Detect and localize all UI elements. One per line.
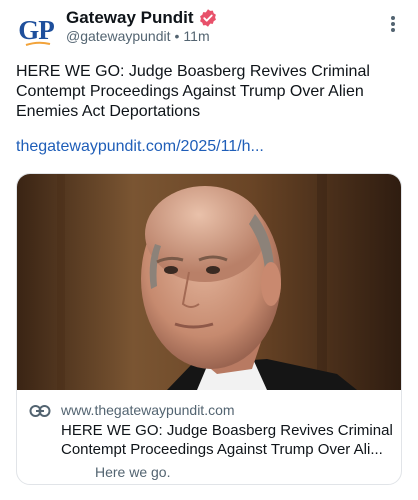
author-handle[interactable]: @gatewaypundit [66, 28, 171, 44]
post-link[interactable]: thegatewaypundit.com/2025/11/h... [16, 138, 264, 156]
avatar[interactable]: GP [16, 10, 56, 50]
verified-badge-icon [199, 9, 216, 27]
author-meta: @gatewaypundit • 11m [66, 28, 210, 44]
card-domain: www.thegatewaypundit.com [61, 402, 235, 418]
avatar-swoosh [25, 41, 51, 46]
author-name-row: Gateway Pundit [66, 8, 218, 28]
card-title-line-2: Contempt Proceedings Against Trump Over … [61, 441, 383, 458]
card-description: Here we go. [95, 464, 171, 480]
post-text: HERE WE GO: Judge Boasberg Revives Crimi… [16, 63, 370, 120]
post-time[interactable]: 11m [183, 28, 209, 44]
link-preview-card[interactable]: www.thegatewaypundit.com HERE WE GO: Jud… [16, 173, 402, 485]
avatar-logo-text: GP [18, 14, 54, 45]
card-title-line-1: HERE WE GO: Judge Boasberg Revives Crimi… [61, 422, 393, 439]
more-vertical-icon[interactable] [386, 14, 400, 36]
author-name[interactable]: Gateway Pundit [66, 8, 194, 28]
card-image [17, 174, 401, 390]
link-icon [29, 405, 51, 417]
card-info: www.thegatewaypundit.com HERE WE GO: Jud… [17, 390, 401, 484]
card-title: HERE WE GO: Judge Boasberg Revives Crimi… [61, 421, 393, 459]
meta-separator: • [174, 28, 180, 44]
